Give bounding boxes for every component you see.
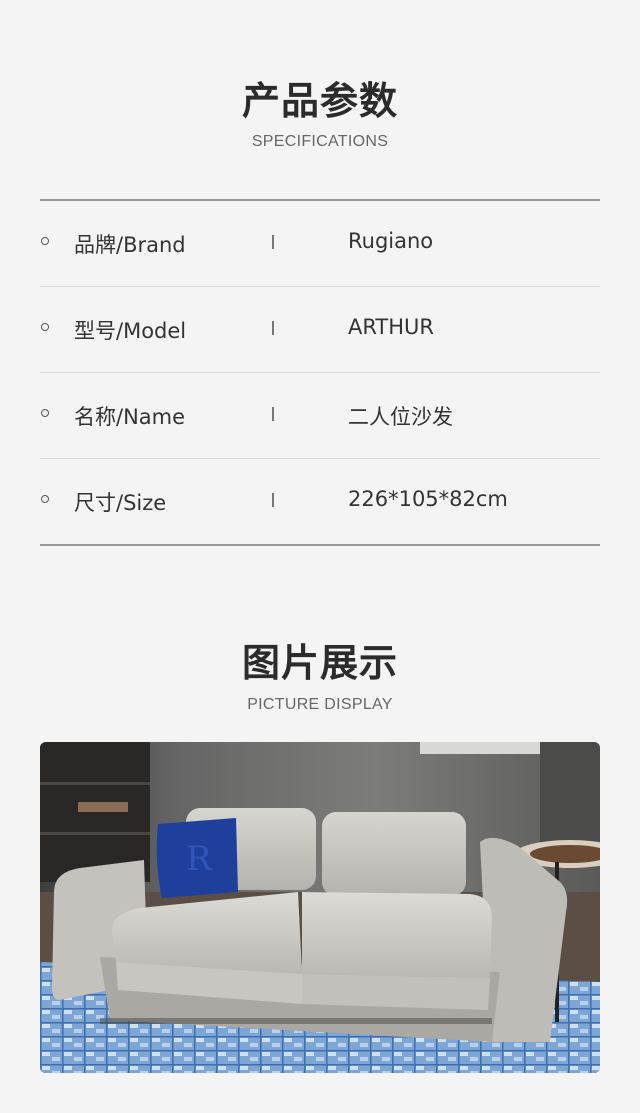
spec-row-brand: 品牌/Brand Rugiano xyxy=(40,201,600,287)
bullet-circle-icon xyxy=(41,495,49,503)
spec-label: 尺寸/Size xyxy=(74,491,167,515)
spec-row-size: 尺寸/Size 226*105*82cm xyxy=(40,459,600,544)
specifications-title: 产品参数 xyxy=(241,79,398,123)
cushion-monogram: R xyxy=(186,839,213,879)
specifications-table: 品牌/Brand Rugiano 型号/Model ARTHUR 名称/Name… xyxy=(40,199,600,546)
spec-row-model: 型号/Model ARTHUR xyxy=(40,287,600,373)
spec-value: 二人位沙发 xyxy=(348,405,453,429)
divider xyxy=(272,235,274,249)
spec-label: 型号/Model xyxy=(74,319,187,343)
divider xyxy=(272,407,274,421)
product-photo: R xyxy=(40,742,600,1073)
bullet-circle-icon xyxy=(41,323,49,331)
gallery-subtitle: PICTURE DISPLAY xyxy=(247,696,393,713)
spec-value: Rugiano xyxy=(348,229,434,253)
divider xyxy=(272,493,274,507)
spec-label: 品牌/Brand xyxy=(74,233,186,257)
bullet-circle-icon xyxy=(41,237,49,245)
gallery-title: 图片展示 xyxy=(241,641,398,685)
spec-value: 226*105*82cm xyxy=(348,487,508,511)
bullet-circle-icon xyxy=(41,409,49,417)
spec-value: ARTHUR xyxy=(348,315,435,339)
specifications-subtitle: SPECIFICATIONS xyxy=(251,133,389,150)
spec-row-name: 名称/Name 二人位沙发 xyxy=(40,373,600,459)
spec-label: 名称/Name xyxy=(74,405,186,429)
sofa-photo-illustration: R xyxy=(40,742,600,1073)
divider xyxy=(272,321,274,335)
